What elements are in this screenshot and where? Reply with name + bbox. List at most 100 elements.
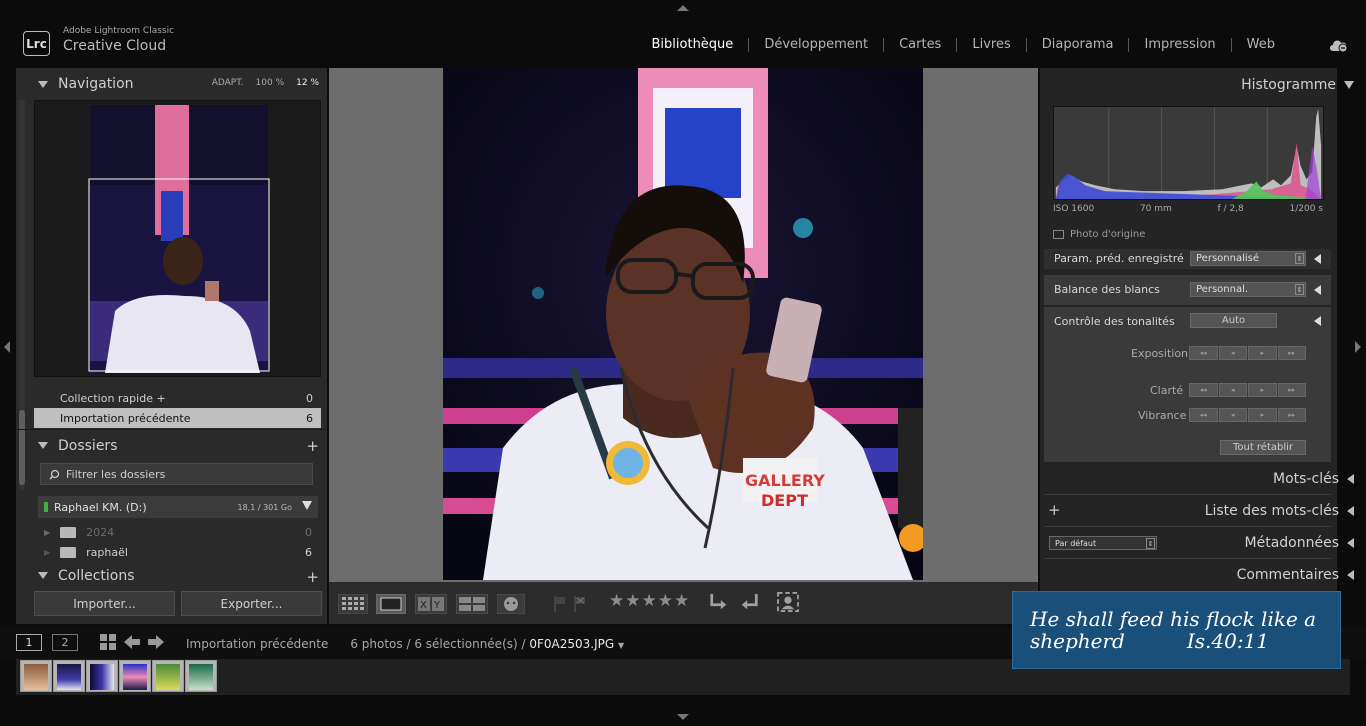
filmstrip-thumb[interactable] [152,660,184,692]
grid-view-icon[interactable] [338,594,368,614]
add-collection-icon[interactable]: + [306,568,319,582]
toolbar: XY ★★★★★ [329,582,1038,624]
primary-window-button[interactable]: 1 [16,634,42,651]
volume-space: 18,1 / 301 Go [237,502,293,512]
folders-header[interactable]: Dossiers + [16,429,327,461]
folder-filter-input[interactable]: Filtrer les dossiers [40,463,313,485]
grid-icon[interactable] [100,634,116,650]
export-button[interactable]: Exporter... [181,591,322,616]
histogram-header[interactable]: Histogramme [1241,77,1354,93]
reset-all-button[interactable]: Tout rétablir [1220,440,1306,455]
navigator-header[interactable]: Navigation ADAPT. 100 % 12 % [16,68,327,100]
flag-icons[interactable] [553,594,587,614]
wb-dropdown[interactable]: Personnal. ⇕ [1190,282,1306,297]
folder-name: raphaël [86,545,128,559]
rotate-right-icon[interactable] [737,592,761,612]
search-icon [49,469,60,480]
collection-previous-import[interactable]: Importation précédente 6 [34,408,321,428]
folder-row[interactable]: ▶ 2024 0 [38,522,318,542]
module-develop[interactable]: Développement [748,38,883,52]
rotate-left-icon[interactable] [707,592,731,612]
people-view-icon[interactable] [497,594,525,614]
module-map[interactable]: Cartes [883,38,956,52]
photo-count: 6 photos / 6 sélectionnée(s) / [350,637,526,651]
import-button[interactable]: Importer... [34,591,175,616]
folders-title: Dossiers [58,437,118,454]
preset-expand-icon[interactable] [1314,254,1321,264]
navigator-preview[interactable] [34,100,321,377]
volume-row[interactable]: Raphael KM. (D:) 18,1 / 301 Go [38,496,318,518]
preset-dropdown[interactable]: Personnalisé ⇕ [1190,251,1306,266]
folder-row[interactable]: ▶ raphaël 6 [38,542,318,562]
disclosure-triangle-icon [38,80,48,88]
histogram-title: Histogramme [1241,77,1336,93]
vibrance-label: Vibrance [1138,409,1187,422]
filmstrip-thumb[interactable] [53,660,85,692]
metadata-preset-value: Par défaut [1055,538,1097,548]
filmstrip-thumb[interactable] [119,660,151,692]
compare-view-icon[interactable]: XY [415,594,447,614]
expand-triangle-icon[interactable]: ▶ [44,548,50,557]
filmstrip-source[interactable]: Importation précédente [186,637,328,651]
metadata-header[interactable]: Métadonnées [1245,535,1354,551]
collapse-right-icon[interactable] [1355,341,1361,353]
collections-header[interactable]: Collections + [16,568,327,582]
keywords-header[interactable]: Mots-clés [1273,471,1354,487]
navigator-title: Navigation [58,76,134,92]
keywords-title: Mots-clés [1273,471,1339,487]
stepper-icon: ⇕ [1146,538,1155,549]
volume-disclosure-icon[interactable] [302,501,312,510]
filmstrip-thumb[interactable] [86,660,118,692]
original-photo-toggle[interactable]: Photo d'origine [1053,229,1145,240]
zoom-options: ADAPT. 100 % 12 % [212,78,319,88]
module-book[interactable]: Livres [956,38,1025,52]
collection-count: 6 [306,411,313,425]
histogram-chart[interactable] [1053,106,1324,200]
collection-quick[interactable]: Collection rapide + 0 [34,388,321,408]
cloud-sync-icon[interactable] [1328,37,1350,53]
keyword-list-header[interactable]: Liste des mots-clés [1205,503,1354,519]
wb-expand-icon[interactable] [1314,285,1321,295]
filmstrip-thumb[interactable] [185,660,217,692]
collapse-top-icon[interactable] [677,5,689,11]
zoom-current[interactable]: 12 % [296,78,319,88]
filmstrip-thumb[interactable] [20,660,52,692]
tone-expand-icon[interactable] [1314,316,1321,326]
module-library[interactable]: Bibliothèque [637,38,749,52]
survey-view-icon[interactable] [456,594,488,614]
comments-header[interactable]: Commentaires [1237,567,1354,583]
auto-button[interactable]: Auto [1190,313,1277,328]
add-keyword-icon[interactable]: + [1048,501,1061,519]
loupe-view-icon[interactable] [376,594,406,614]
star-rating[interactable]: ★★★★★ [609,591,690,611]
forward-arrow-icon[interactable] [148,635,164,649]
module-web[interactable]: Web [1230,38,1290,52]
svg-text:DEPT: DEPT [761,491,808,510]
expand-triangle-icon[interactable]: ▶ [44,528,50,537]
exposure-stepper[interactable]: ◂◂ ◂ ▸ ▸▸ [1189,346,1306,360]
vibrance-stepper[interactable]: ◂◂ ◂ ▸ ▸▸ [1189,408,1306,422]
volume-status-icon [44,502,48,512]
collapse-bottom-icon[interactable] [677,714,689,720]
module-print[interactable]: Impression [1128,38,1230,52]
verse-reference: Is.40:11 [1186,629,1270,653]
exif-iso: ISO 1600 [1053,204,1095,214]
zoom-fit[interactable]: ADAPT. [212,78,244,88]
back-arrow-icon[interactable] [124,635,140,649]
folder-count: 6 [305,545,312,559]
module-slideshow[interactable]: Diaporama [1025,38,1129,52]
checkbox-icon[interactable] [1053,230,1064,239]
metadata-preset-dropdown[interactable]: Par défaut ⇕ [1049,536,1157,550]
collapse-left-icon[interactable] [4,341,10,353]
filename: 0F0A2503.JPG [529,637,615,651]
crop-overlay-icon[interactable] [776,592,800,612]
secondary-window-button[interactable]: 2 [52,634,78,651]
dropdown-arrow-icon[interactable]: ▼ [618,641,624,650]
svg-text:X: X [420,600,427,611]
add-folder-icon[interactable]: + [306,437,319,455]
navigator-thumbnail [88,105,270,373]
clarity-stepper[interactable]: ◂◂ ◂ ▸ ▸▸ [1189,383,1306,397]
svg-text:GALLERY: GALLERY [745,471,825,490]
zoom-fill[interactable]: 100 % [256,78,285,88]
folder-name: 2024 [86,525,115,539]
